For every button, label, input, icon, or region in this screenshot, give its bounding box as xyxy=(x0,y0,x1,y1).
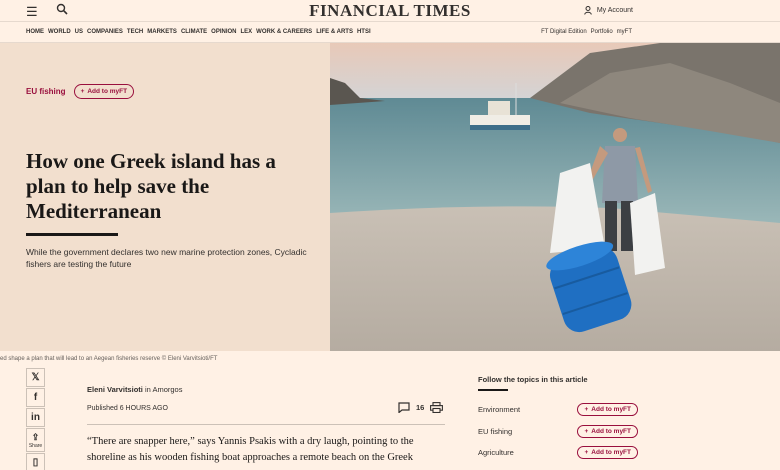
print-icon[interactable] xyxy=(430,402,444,413)
nav-item-htsi[interactable]: HTSI xyxy=(357,29,371,35)
main-nav: HOME WORLD US COMPANIES TECH MARKETS CLI… xyxy=(0,23,780,43)
hero-photo xyxy=(330,43,780,351)
nav-item-markets[interactable]: MARKETS xyxy=(147,29,177,35)
nav-portfolio[interactable]: Portfolio xyxy=(591,29,613,35)
follow-add-label: Add to myFT xyxy=(591,427,631,435)
follow-add-button[interactable]: + Add to myFT xyxy=(577,402,638,416)
plus-icon: + xyxy=(584,405,589,413)
share-icon: ⇪ xyxy=(31,431,40,442)
article-body: “There are snapper here,” says Yannis Ps… xyxy=(87,436,414,463)
topic-link[interactable]: EU fishing xyxy=(26,87,66,96)
facebook-icon[interactable]: f xyxy=(26,388,45,407)
comment-icon[interactable] xyxy=(398,402,410,413)
share-button[interactable]: ⇪ Share xyxy=(26,428,45,452)
plus-icon: + xyxy=(584,427,589,435)
plus-icon: + xyxy=(584,448,589,456)
follow-topic-name[interactable]: EU fishing xyxy=(478,427,512,436)
user-icon xyxy=(584,6,592,15)
account-label: My Account xyxy=(596,7,633,14)
save-icon[interactable]: ▯ xyxy=(26,453,45,470)
nav-item-work-careers[interactable]: WORK & CAREERS xyxy=(256,29,312,35)
follow-add-label: Add to myFT xyxy=(591,448,631,456)
masthead-logo[interactable]: FINANCIAL TIMES xyxy=(0,1,780,21)
published-time: 6 HOURS AGO xyxy=(119,405,168,412)
byline: Eleni Varvitsioti in Amorgos xyxy=(87,385,182,394)
topic-row: EU fishing + Add to myFT xyxy=(26,84,135,99)
share-label: Share xyxy=(28,442,43,449)
nav-item-climate[interactable]: CLIMATE xyxy=(181,29,207,35)
published-info: Published 6 HOURS AGO xyxy=(87,405,168,412)
nav-item-home[interactable]: HOME xyxy=(26,29,44,35)
x-icon[interactable]: 𝕏 xyxy=(26,368,45,387)
author-link[interactable]: Eleni Varvitsioti xyxy=(87,385,143,394)
comment-count[interactable]: 16 xyxy=(416,403,424,412)
nav-myft[interactable]: myFT xyxy=(617,29,632,35)
follow-topics-title: Follow the topics in this article xyxy=(478,375,588,384)
nav-item-companies[interactable]: COMPANIES xyxy=(87,29,123,35)
article-tools: 16 xyxy=(398,402,444,413)
add-to-myft-label: Add to myFT xyxy=(87,88,128,95)
nav-item-opinion[interactable]: OPINION xyxy=(211,29,236,35)
headline-rule xyxy=(26,233,118,236)
add-to-myft-button[interactable]: + Add to myFT xyxy=(73,84,135,99)
photo-caption: ed shape a plan that will lead to an Aeg… xyxy=(0,356,218,362)
top-bar: ☰ FINANCIAL TIMES My Account xyxy=(0,0,780,22)
follow-add-label: Add to myFT xyxy=(591,405,631,413)
byline-divider xyxy=(87,424,445,425)
follow-underline xyxy=(478,389,508,391)
follow-topic-row: EU fishing + Add to myFT xyxy=(478,423,638,439)
location-prefix: in xyxy=(144,385,151,394)
article-headline: How one Greek island has a plan to help … xyxy=(26,149,276,223)
published-label: Published xyxy=(87,405,118,412)
nav-digital-edition[interactable]: FT Digital Edition xyxy=(541,29,587,35)
article-standfirst: While the government declares two new ma… xyxy=(26,247,307,269)
nav-item-us[interactable]: US xyxy=(75,29,83,35)
plus-icon: + xyxy=(80,88,85,95)
nav-item-tech[interactable]: TECH xyxy=(127,29,143,35)
follow-topic-name[interactable]: Agriculture xyxy=(478,448,514,457)
follow-topic-name[interactable]: Environment xyxy=(478,405,520,414)
nav-item-life-arts[interactable]: LIFE & ARTS xyxy=(316,29,353,35)
location: Amorgos xyxy=(152,385,183,394)
follow-add-button[interactable]: + Add to myFT xyxy=(577,424,638,438)
nav-item-lex[interactable]: LEX xyxy=(241,29,253,35)
nav-item-world[interactable]: WORLD xyxy=(48,29,71,35)
follow-topic-row: Agriculture + Add to myFT xyxy=(478,444,638,460)
account-link[interactable]: My Account xyxy=(584,6,633,15)
share-tools: 𝕏 f in ⇪ Share ▯ xyxy=(26,368,45,470)
follow-topic-row: Environment + Add to myFT xyxy=(478,401,638,417)
follow-add-button[interactable]: + Add to myFT xyxy=(577,445,638,459)
linkedin-icon[interactable]: in xyxy=(26,408,45,427)
